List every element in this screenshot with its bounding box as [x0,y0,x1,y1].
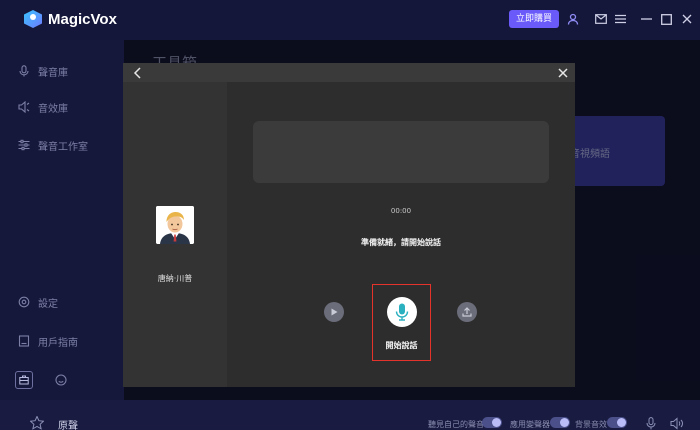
sound-effect-icon [18,101,30,113]
background-sound-toggle[interactable] [607,417,627,428]
app-title: MagicVox [48,11,117,28]
speech-text-area [253,121,549,183]
menu-icon[interactable] [613,12,627,26]
sidebar: 聲音庫 音效庫 聲音工作室 設定 用戶指南 [0,40,124,400]
minimize-icon[interactable] [639,12,653,26]
mic-icon [19,65,29,77]
record-button[interactable] [387,297,417,327]
settings-icon [18,296,30,308]
recording-timer: 00:00 [390,207,412,215]
background-sound-label: 背景音效 [575,420,607,429]
hear-myself-label: 聽見自己的聲音 [428,420,484,429]
sidebar-item-voice-library[interactable]: 聲音庫 [18,62,68,80]
sidebar-item-settings[interactable]: 設定 [18,293,58,311]
microphone-icon [395,303,409,321]
sliders-icon [18,139,30,151]
back-arrow-icon[interactable] [132,67,144,79]
maximize-icon[interactable] [659,12,673,26]
hear-myself-toggle[interactable] [482,417,502,428]
mail-icon[interactable] [594,12,608,26]
record-button-highlight[interactable]: 開始說話 [372,284,431,361]
sidebar-item-label: 設定 [38,298,58,310]
record-button-label: 開始說話 [385,341,418,350]
status-message: 準備就緒，請開始說話 [361,238,441,247]
microphone-icon[interactable] [646,417,656,430]
sidebar-item-label: 音效庫 [38,103,68,115]
sidebar-item-user-guide[interactable]: 用戶指南 [18,332,78,350]
guide-icon [18,335,30,347]
star-icon[interactable] [30,416,44,430]
speaker-icon[interactable] [670,417,684,430]
close-icon[interactable] [557,67,569,79]
title-bar: MagicVox 立即購買 [0,0,700,40]
apply-changer-label: 應用變聲器 [510,420,550,429]
upload-button[interactable] [457,302,477,322]
play-icon [331,308,338,316]
sidebar-item-label: 聲音庫 [38,67,68,79]
account-icon[interactable] [566,12,580,26]
sidebar-item-voice-studio[interactable]: 聲音工作室 [18,136,88,154]
voice-avatar [156,206,194,244]
upload-icon [462,307,472,317]
voice-test-dialog: 唐納·川普 00:00 準備就緒，請開始說話 開始說話 [123,63,575,387]
emoji-icon[interactable] [52,371,70,389]
voice-panel: 唐納·川普 [123,82,227,387]
current-voice-label: 原聲 [58,421,78,430]
voice-name: 唐納·川普 [157,274,193,283]
sidebar-item-sound-effects[interactable]: 音效庫 [18,98,68,116]
sidebar-item-label: 聲音工作室 [38,141,88,153]
app-logo-icon [24,10,42,28]
play-button[interactable] [324,302,344,322]
toolbox-icon[interactable] [15,371,33,389]
dialog-header [123,63,575,82]
apply-changer-toggle[interactable] [550,417,570,428]
sidebar-item-label: 用戶指南 [38,337,78,349]
buy-now-button[interactable]: 立即購買 [509,10,559,28]
close-window-icon[interactable] [680,12,694,26]
